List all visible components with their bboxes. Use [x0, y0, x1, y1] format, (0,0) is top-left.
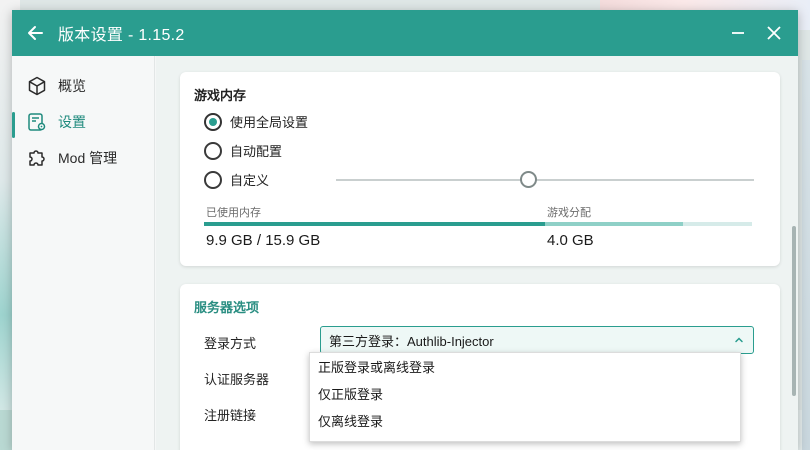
- sidebar-item-label: 设置: [58, 114, 86, 130]
- dropdown-option-nide8[interactable]: 第三方登录：统一通行证: [310, 434, 740, 441]
- radio-custom[interactable]: 自定义: [204, 170, 269, 189]
- login-method-select[interactable]: 第三方登录：Authlib-Injector: [320, 326, 754, 354]
- settings-doc-icon: [26, 111, 48, 133]
- sidebar-item-settings[interactable]: 设置: [12, 104, 154, 140]
- radio-indicator: [204, 170, 222, 189]
- dropdown-option-official-or-offline[interactable]: 正版登录或离线登录: [310, 353, 740, 380]
- memory-slider-thumb[interactable]: [520, 171, 537, 188]
- radio-use-global-settings[interactable]: 使用全局设置: [204, 112, 308, 131]
- allocated-memory-label: 游戏分配: [547, 207, 591, 219]
- sidebar-item-label: Mod 管理: [58, 150, 118, 166]
- allocated-memory-value: 4.0 GB: [547, 232, 594, 249]
- register-link-label: 注册链接: [204, 408, 257, 423]
- radio-indicator: [204, 112, 222, 131]
- radio-label: 自动配置: [230, 144, 283, 159]
- cube-icon: [26, 75, 48, 97]
- window-title: 版本设置 - 1.15.2: [58, 27, 185, 44]
- arrow-left-icon: [28, 26, 43, 40]
- puzzle-icon: [26, 147, 48, 169]
- sidebar-item-overview[interactable]: 概览: [12, 68, 154, 104]
- radio-indicator: [204, 141, 222, 160]
- sidebar: 概览 设置 Mod 管理: [12, 56, 155, 450]
- back-button[interactable]: [12, 10, 58, 56]
- radio-label: 自定义: [230, 173, 270, 188]
- sidebar-item-label: 概览: [58, 78, 86, 94]
- game-memory-card: 游戏内存 使用全局设置 自动配置 自定义 已使用内存 游戏分配 9.9 GB /…: [180, 72, 780, 266]
- content-scrollbar[interactable]: [792, 226, 796, 396]
- server-options-title: 服务器选项: [194, 300, 260, 315]
- login-method-label: 登录方式: [204, 336, 257, 351]
- game-memory-title: 游戏内存: [194, 88, 247, 103]
- sidebar-item-mod-management[interactable]: Mod 管理: [12, 140, 154, 176]
- title-bar: 版本设置 - 1.15.2: [12, 10, 798, 56]
- used-memory-value: 9.9 GB / 15.9 GB: [206, 232, 321, 249]
- radio-label: 使用全局设置: [230, 115, 309, 130]
- login-method-value: 第三方登录：Authlib-Injector: [329, 333, 494, 349]
- minimize-button[interactable]: [720, 10, 756, 56]
- close-button[interactable]: [756, 10, 792, 56]
- memory-used-fill: [204, 222, 545, 226]
- chevron-up-icon: [735, 337, 743, 343]
- memory-slider-track[interactable]: [336, 179, 754, 181]
- used-memory-label: 已使用内存: [206, 207, 261, 219]
- memory-allocated-fill: [545, 222, 683, 226]
- radio-auto-config[interactable]: 自动配置: [204, 141, 282, 160]
- dropdown-option-official-only[interactable]: 仅正版登录: [310, 380, 740, 407]
- dropdown-option-offline-only[interactable]: 仅离线登录: [310, 407, 740, 434]
- login-method-dropdown: 正版登录或离线登录 仅正版登录 仅离线登录 第三方登录：统一通行证: [309, 352, 741, 442]
- memory-usage-bar: [204, 222, 752, 226]
- close-icon: [767, 26, 781, 40]
- auth-server-label: 认证服务器: [204, 372, 270, 387]
- minimize-icon: [732, 32, 744, 34]
